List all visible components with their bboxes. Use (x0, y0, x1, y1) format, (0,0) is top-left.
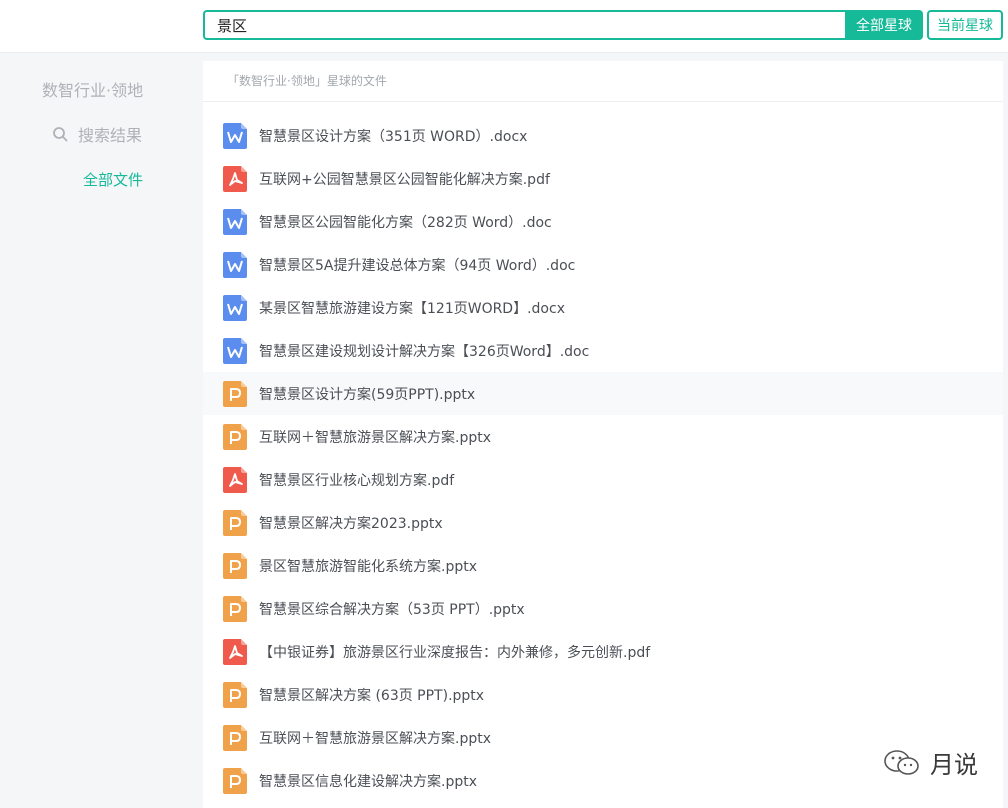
file-panel: 「数智行业·领地」星球的文件 智慧景区设计方案（351页 WORD）.docx 互… (203, 61, 1003, 808)
panel-header: 「数智行业·领地」星球的文件 (203, 61, 1003, 102)
file-name: 互联网＋智慧旅游景区解决方案.pptx (259, 730, 491, 747)
file-name: 智慧景区设计方案（351页 WORD）.docx (259, 128, 528, 145)
pdf-file-icon (223, 638, 247, 665)
file-name: 智慧景区解决方案2023.pptx (259, 515, 443, 532)
ppt-file-icon (223, 423, 247, 450)
file-name: 智慧景区公园智能化方案（282页 Word）.doc (259, 214, 552, 231)
sidebar-item-all-files[interactable]: 全部文件 (83, 169, 143, 190)
word-file-icon (223, 294, 247, 321)
file-item[interactable]: 互联网+公园智慧景区公园智能化解决方案.pdf (203, 157, 1003, 200)
file-list: 智慧景区设计方案（351页 WORD）.docx 互联网+公园智慧景区公园智能化解… (203, 102, 1003, 802)
file-name: 智慧景区5A提升建设总体方案（94页 Word）.doc (259, 257, 576, 274)
search-input[interactable] (205, 12, 845, 38)
file-name: 智慧景区设计方案(59页PPT).pptx (259, 386, 476, 403)
file-item[interactable]: 智慧景区解决方案2023.pptx (203, 501, 1003, 544)
file-item[interactable]: 智慧景区设计方案（351页 WORD）.docx (203, 114, 1003, 157)
wechat-icon (884, 749, 919, 775)
file-name: 智慧景区解决方案 (63页 PPT).pptx (259, 687, 485, 704)
search-all-planets-button[interactable]: 全部星球 (845, 10, 923, 40)
word-file-icon (223, 122, 247, 149)
file-name: 智慧景区建设规划设计解决方案【326页Word】.doc (259, 343, 590, 360)
sidebar-title: 数智行业·领地 (42, 81, 144, 100)
word-file-icon (223, 208, 247, 235)
file-item[interactable]: 互联网＋智慧旅游景区解决方案.pptx (203, 415, 1003, 458)
file-item[interactable]: 景区智慧旅游智能化系统方案.pptx (203, 544, 1003, 587)
file-item[interactable]: 智慧景区公园智能化方案（282页 Word）.doc (203, 200, 1003, 243)
file-item[interactable]: 某景区智慧旅游建设方案【121页WORD】.docx (203, 286, 1003, 329)
file-item[interactable]: 智慧景区设计方案(59页PPT).pptx (203, 372, 1003, 415)
ppt-file-icon (223, 509, 247, 536)
file-item[interactable]: 智慧景区建设规划设计解决方案【326页Word】.doc (203, 329, 1003, 372)
ppt-file-icon (223, 681, 247, 708)
file-item[interactable]: 智慧景区解决方案 (63页 PPT).pptx (203, 673, 1003, 716)
ppt-file-icon (223, 595, 247, 622)
file-name: 互联网＋智慧旅游景区解决方案.pptx (259, 429, 491, 446)
sidebar: 数智行业·领地 搜索结果 全部文件 (0, 53, 200, 808)
file-name: 互联网+公园智慧景区公园智能化解决方案.pdf (259, 171, 550, 188)
ppt-file-icon (223, 724, 247, 751)
sidebar-item-label: 搜索结果 (78, 126, 143, 145)
search-current-planet-button[interactable]: 当前星球 (927, 10, 1003, 40)
word-file-icon (223, 337, 247, 364)
sidebar-item-search-results[interactable]: 搜索结果 (52, 122, 142, 146)
file-name: 某景区智慧旅游建设方案【121页WORD】.docx (259, 300, 565, 317)
file-name: 智慧景区行业核心规划方案.pdf (259, 472, 455, 489)
watermark-text: 月说 (930, 751, 978, 779)
file-name: 【中银证券】旅游景区行业深度报告：内外兼修，多元创新.pdf (259, 644, 651, 661)
file-name: 景区智慧旅游智能化系统方案.pptx (259, 558, 477, 575)
pdf-file-icon (223, 165, 247, 192)
file-item[interactable]: 智慧景区5A提升建设总体方案（94页 Word）.doc (203, 243, 1003, 286)
ppt-file-icon (223, 767, 247, 794)
search-box[interactable] (203, 10, 845, 40)
file-name: 智慧景区综合解决方案（53页 PPT）.pptx (259, 601, 525, 618)
file-name: 智慧景区信息化建设解决方案.pptx (259, 773, 477, 790)
watermark: 月说 (882, 745, 978, 780)
top-bar: 全部星球 当前星球 (0, 0, 1008, 53)
pdf-file-icon (223, 466, 247, 493)
file-item[interactable]: 【中银证券】旅游景区行业深度报告：内外兼修，多元创新.pdf (203, 630, 1003, 673)
search-icon (53, 127, 68, 142)
word-file-icon (223, 251, 247, 278)
ppt-file-icon (223, 380, 247, 407)
file-item[interactable]: 智慧景区综合解决方案（53页 PPT）.pptx (203, 587, 1003, 630)
file-item[interactable]: 智慧景区行业核心规划方案.pdf (203, 458, 1003, 501)
ppt-file-icon (223, 552, 247, 579)
